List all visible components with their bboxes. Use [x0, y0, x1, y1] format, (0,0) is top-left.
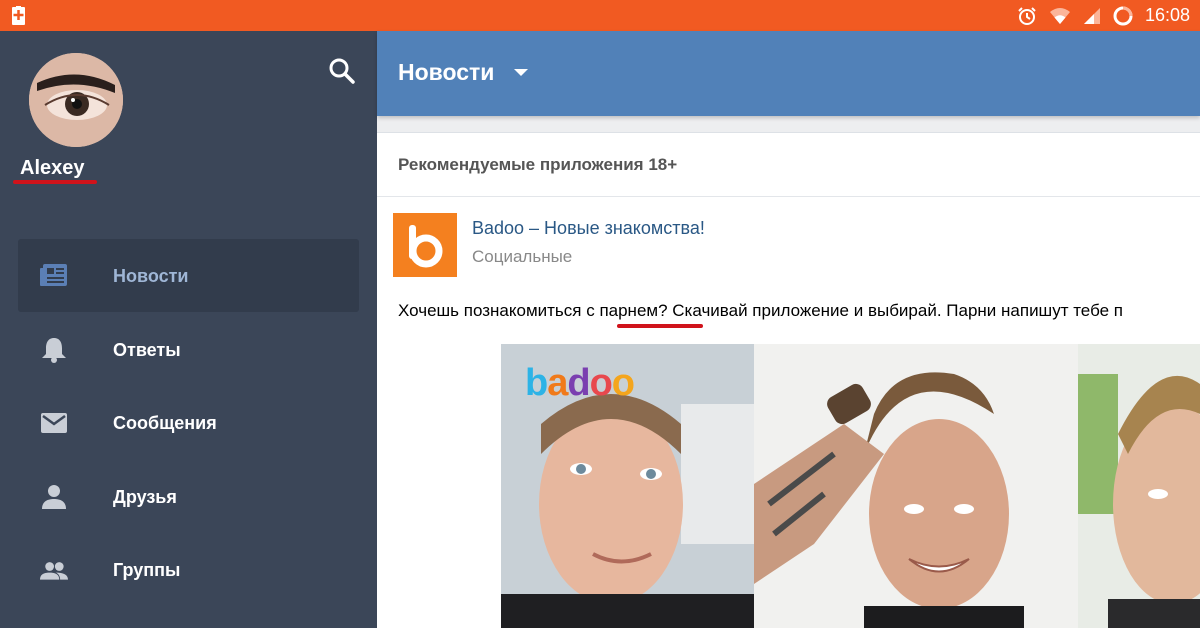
sidebar-item-groups[interactable]: Группы	[18, 533, 359, 606]
signal-icon	[1083, 7, 1100, 24]
post-text-part: Скачивай приложение и выбирай. Парни нап…	[667, 301, 1123, 320]
divider	[377, 196, 1200, 197]
bell-icon	[42, 337, 66, 363]
photo-panel	[1078, 344, 1200, 628]
main-content: Новости Рекомендуемые приложения 18+ Bad…	[377, 31, 1200, 628]
navigation-drawer: Alexey Новости Ответы Сообщения Друзья Г…	[0, 31, 377, 628]
section-title: Рекомендуемые приложения 18+	[398, 155, 678, 174]
badoo-app-icon[interactable]	[393, 213, 457, 277]
sidebar-item-label: Новости	[113, 266, 189, 286]
red-annotation-underline	[13, 180, 97, 184]
sidebar-item-label: Друзья	[113, 486, 177, 507]
photo-panel	[754, 344, 1078, 628]
status-bar: 16:08	[0, 0, 1200, 31]
sidebar-item-label: Сообщения	[113, 413, 217, 433]
screen: 16:08 Alexey Новости Ответы Сообщения Др…	[0, 0, 1200, 628]
person-icon	[42, 484, 66, 509]
nav-menu: Новости Ответы Сообщения Друзья Группы	[18, 239, 359, 607]
newspaper-icon	[40, 264, 67, 286]
user-name[interactable]: Alexey	[20, 157, 85, 180]
wifi-icon	[1049, 7, 1070, 24]
alarm-icon	[1018, 6, 1036, 25]
app-bar: Новости	[377, 31, 1200, 116]
post-text-part: Хочешь познакомиться с	[398, 301, 600, 320]
chevron-down-icon[interactable]	[514, 69, 528, 76]
search-icon[interactable]	[326, 55, 358, 87]
sidebar-item-label: Ответы	[113, 339, 181, 360]
sidebar-item-news[interactable]: Новости	[18, 239, 359, 312]
sidebar-item-label: Группы	[113, 560, 181, 580]
page-title[interactable]: Новости	[398, 59, 494, 86]
post-text: Хочешь познакомиться с парнем? Скачивай …	[398, 301, 1123, 321]
clock: 16:08	[1144, 5, 1190, 25]
post-image[interactable]: badoo	[501, 344, 1200, 628]
sidebar-item-friends[interactable]: Друзья	[18, 460, 359, 533]
photo-panel: badoo	[501, 344, 754, 628]
red-annotation-underline	[617, 324, 703, 328]
badoo-logo: badoo	[525, 362, 635, 404]
app-name-link[interactable]: Badoo – Новые знакомства!	[472, 218, 705, 239]
post-text-highlight: парнем?	[599, 301, 668, 320]
avatar[interactable]	[29, 53, 123, 147]
battery-icon	[1113, 6, 1133, 25]
battery-charging-icon	[12, 6, 25, 25]
status-icons: 16:08	[1017, 0, 1190, 31]
sidebar-item-messages[interactable]: Сообщения	[18, 386, 359, 459]
envelope-icon	[41, 413, 67, 433]
app-category: Социальные	[472, 247, 573, 266]
sidebar-item-answers[interactable]: Ответы	[18, 313, 359, 386]
group-icon	[40, 562, 68, 580]
feed-card: Рекомендуемые приложения 18+ Badoo – Нов…	[377, 132, 1200, 628]
